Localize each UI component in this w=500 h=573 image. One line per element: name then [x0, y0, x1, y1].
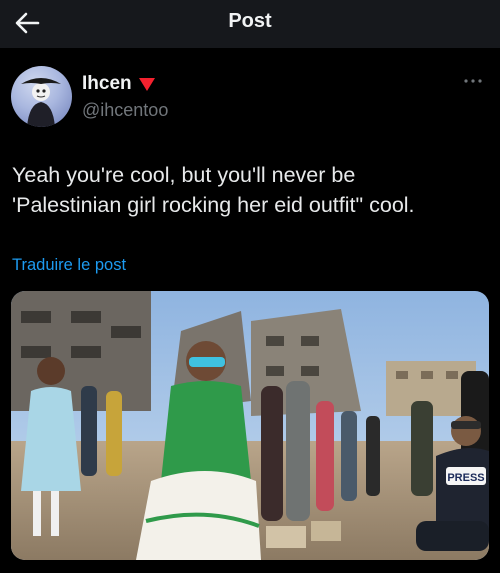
press-label: PRESS — [447, 472, 484, 484]
heart-sunglasses — [189, 357, 225, 367]
avatar-image — [21, 78, 61, 127]
post-media[interactable]: PRESS — [11, 291, 489, 560]
author-name-row[interactable]: Ihcen — [82, 73, 156, 95]
more-button[interactable] — [461, 74, 485, 88]
page-title: Post — [228, 10, 272, 32]
avatar[interactable] — [11, 66, 72, 127]
author-handle[interactable]: @ihcentoo — [82, 100, 168, 121]
red-triangle-icon — [138, 78, 155, 91]
top-bar: Post — [0, 0, 500, 48]
post-photo: PRESS — [11, 291, 489, 560]
post-text: Yeah you're cool, but you'll never be 'P… — [12, 163, 415, 217]
translate-link[interactable]: Traduire le post — [12, 256, 126, 275]
girl-blue-dress — [21, 387, 81, 491]
author-row: Ihcen @ihcentoo — [11, 66, 489, 128]
display-name[interactable]: Ihcen — [82, 73, 132, 95]
press-vest — [436, 447, 489, 531]
girl-green-jacket — [161, 381, 251, 481]
more-horizontal-icon — [464, 79, 482, 83]
